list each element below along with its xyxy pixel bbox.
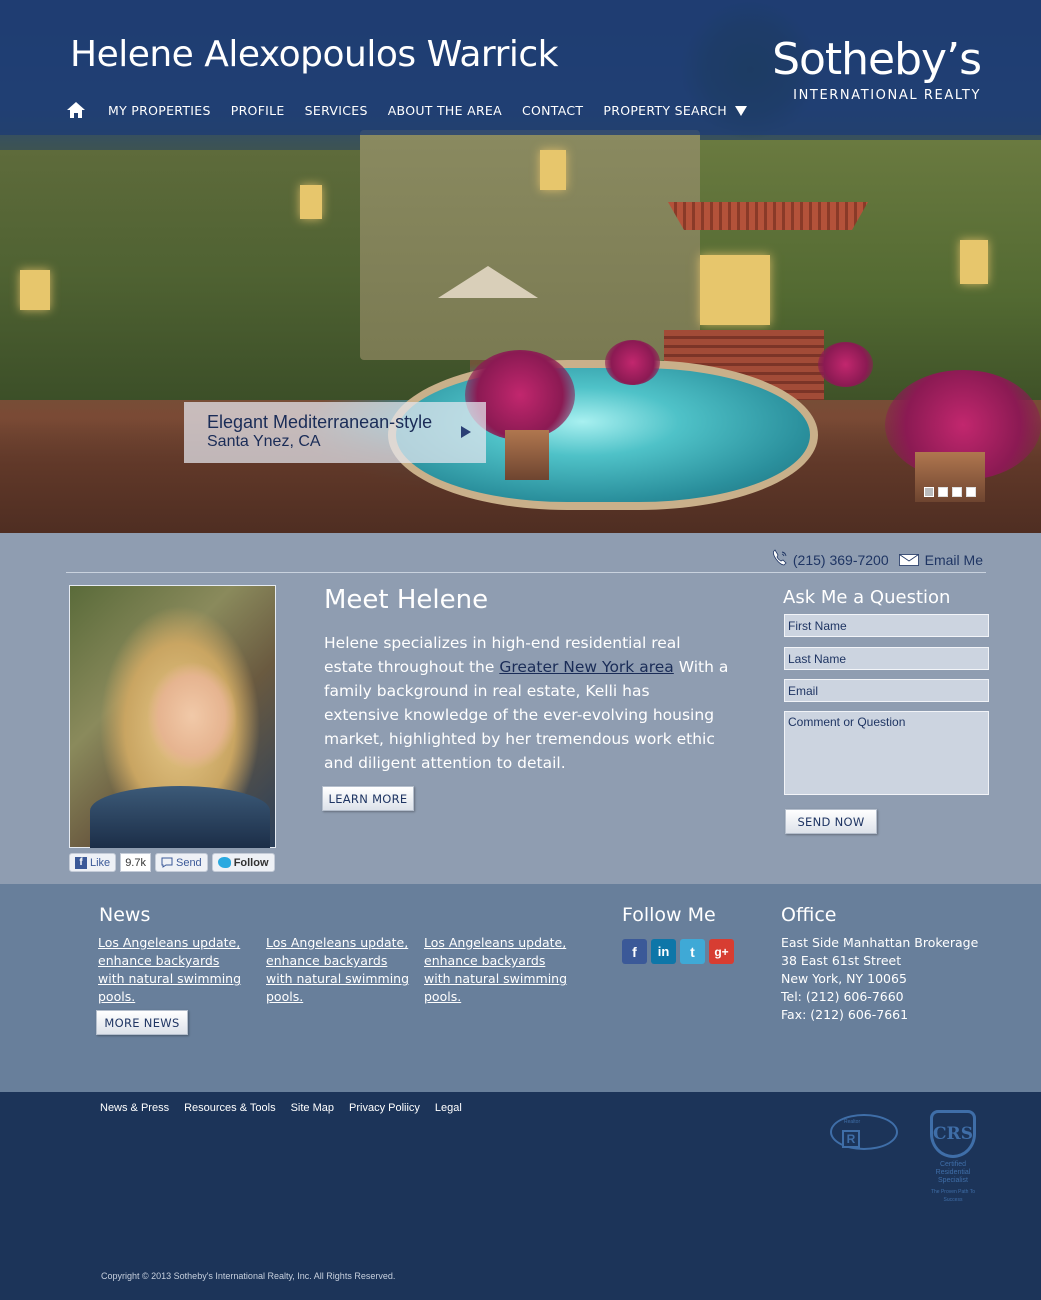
slide-dot[interactable] (966, 487, 976, 497)
news-item[interactable]: Los Angeleans update, enhance backyards … (98, 934, 248, 1006)
house-window (300, 185, 322, 219)
slide-dot[interactable] (924, 487, 934, 497)
greater-new-york-link[interactable]: Greater New York area (499, 658, 673, 676)
main-nav: MY PROPERTIES PROFILE SERVICES ABOUT THE… (66, 101, 767, 119)
nav-about-the-area[interactable]: ABOUT THE AREA (388, 103, 502, 118)
flower-pot (818, 342, 873, 387)
crs-shield-icon: CRS (930, 1110, 976, 1158)
facebook-icon[interactable]: f (622, 939, 647, 964)
email-field[interactable] (784, 679, 989, 702)
twitter-icon[interactable]: t (680, 939, 705, 964)
site-footer: News & Press Resources & Tools Site Map … (0, 1092, 1041, 1300)
meet-title: Meet Helene (324, 585, 489, 615)
send-icon (161, 857, 173, 868)
section-divider (66, 572, 986, 573)
brand-main: Sotheby’s (772, 34, 982, 85)
planter (505, 430, 549, 480)
footer-links: News & Press Resources & Tools Site Map … (100, 1102, 462, 1114)
house-window (960, 240, 988, 284)
news-item[interactable]: Los Angeleans update, enhance backyards … (424, 934, 574, 1006)
news-title: News (99, 904, 151, 926)
crs-text: Certified Residential Specialist (935, 1161, 971, 1184)
follow-icons: f in t g+ (622, 939, 734, 964)
envelope-icon (898, 553, 919, 566)
last-name-field[interactable] (784, 647, 989, 670)
phone-icon (771, 549, 789, 570)
twitter-follow-button[interactable]: Follow (211, 853, 275, 872)
twitter-bird-icon (217, 857, 231, 868)
nav-services[interactable]: SERVICES (305, 103, 368, 118)
linkedin-icon[interactable]: in (651, 939, 676, 964)
brand-logo[interactable]: Sotheby’s INTERNATIONAL REALTY (772, 34, 982, 103)
house-window (540, 150, 566, 190)
footer-link-site-map[interactable]: Site Map (291, 1102, 334, 1114)
realtor-r-icon: R (842, 1130, 860, 1148)
office-fax: Fax: (212) 606-7661 (781, 1007, 909, 1022)
footer-link-news-press[interactable]: News & Press (100, 1102, 169, 1114)
office-address: East Side Manhattan Brokerage 38 East 61… (781, 934, 978, 1024)
learn-more-button[interactable]: LEARN MORE (322, 786, 414, 811)
nav-profile[interactable]: PROFILE (231, 103, 285, 118)
office-street: 38 East 61st Street (781, 953, 902, 968)
comment-field[interactable] (784, 711, 989, 795)
email-me-label: Email Me (924, 551, 983, 568)
brand-sub: INTERNATIONAL REALTY (793, 88, 981, 103)
more-news-button[interactable]: MORE NEWS (96, 1010, 188, 1035)
copyright: Copyright © 2013 Sotheby's International… (101, 1271, 396, 1281)
hero-slideshow[interactable]: Helene Alexopoulos Warrick Sotheby’s INT… (0, 0, 1041, 533)
facebook-send-button[interactable]: Send (154, 853, 208, 872)
info-section: News Los Angeleans update, enhance backy… (0, 884, 1041, 1092)
nav-contact[interactable]: CONTACT (522, 103, 583, 118)
first-name-field[interactable] (784, 614, 989, 637)
agent-photo (69, 585, 276, 848)
follow-me-title: Follow Me (622, 904, 716, 926)
facebook-like-button[interactable]: f Like (69, 853, 117, 872)
slide-pager (924, 487, 976, 497)
crs-logo: CRS Certified Residential Specialist The… (922, 1110, 984, 1204)
crs-tagline: The Proven Path To Success (930, 1189, 976, 1203)
nav-property-search-label: PROPERTY SEARCH (603, 102, 727, 118)
play-arrow-icon[interactable] (461, 426, 471, 438)
slide-dot[interactable] (952, 487, 962, 497)
social-share-bar: f Like 9.7k Send Follow (69, 853, 275, 872)
news-item[interactable]: Los Angeleans update, enhance backyards … (266, 934, 416, 1006)
office-title: Office (781, 904, 837, 926)
agent-name[interactable]: Helene Alexopoulos Warrick (70, 34, 559, 75)
slide-caption-location: Santa Ynez, CA (207, 433, 321, 450)
realtor-text: Realtor (844, 1119, 861, 1125)
caret-down-icon (734, 106, 747, 116)
slide-dot[interactable] (938, 487, 948, 497)
slide-caption[interactable]: Elegant Mediterranean-style Santa Ynez, … (184, 402, 486, 463)
office-tel[interactable]: Tel: (212) 606-7660 (781, 988, 978, 1006)
phone-number[interactable]: (215) 369-7200 (793, 552, 889, 568)
realtor-logo: Realtor R (830, 1114, 898, 1150)
house-center (360, 130, 700, 360)
like-count: 9.7k (120, 853, 151, 872)
agent-photo-shirt (90, 786, 270, 848)
slide-caption-title: Elegant Mediterranean-style (207, 412, 433, 432)
footer-link-privacy-policy[interactable]: Privacy Poliicy (349, 1102, 420, 1114)
meet-description: Helene specializes in high-end residenti… (324, 631, 729, 775)
follow-label: Follow (233, 856, 269, 869)
about-section: (215) 369-7200 Email Me f Like 9.7k Send … (0, 533, 1041, 884)
office-name: East Side Manhattan Brokerage (781, 935, 979, 950)
google-plus-icon[interactable]: g+ (709, 939, 734, 964)
office-city: New York, NY 10065 (781, 971, 907, 986)
email-me-link[interactable]: Email Me (898, 551, 983, 568)
footer-link-resources-tools[interactable]: Resources & Tools (184, 1102, 276, 1114)
facebook-icon: f (75, 856, 87, 869)
home-icon[interactable] (66, 101, 86, 119)
send-now-button[interactable]: SEND NOW (785, 809, 877, 834)
like-label: Like (90, 856, 111, 869)
nav-my-properties[interactable]: MY PROPERTIES (108, 103, 211, 118)
house-window (700, 255, 770, 325)
contact-bar: (215) 369-7200 Email Me (771, 549, 983, 570)
nav-property-search[interactable]: PROPERTY SEARCH (603, 103, 747, 118)
ask-question-title: Ask Me a Question (783, 587, 951, 608)
footer-link-legal[interactable]: Legal (435, 1102, 462, 1114)
send-label: Send (175, 856, 202, 869)
house-window (20, 270, 50, 310)
flower-pot (605, 340, 660, 385)
